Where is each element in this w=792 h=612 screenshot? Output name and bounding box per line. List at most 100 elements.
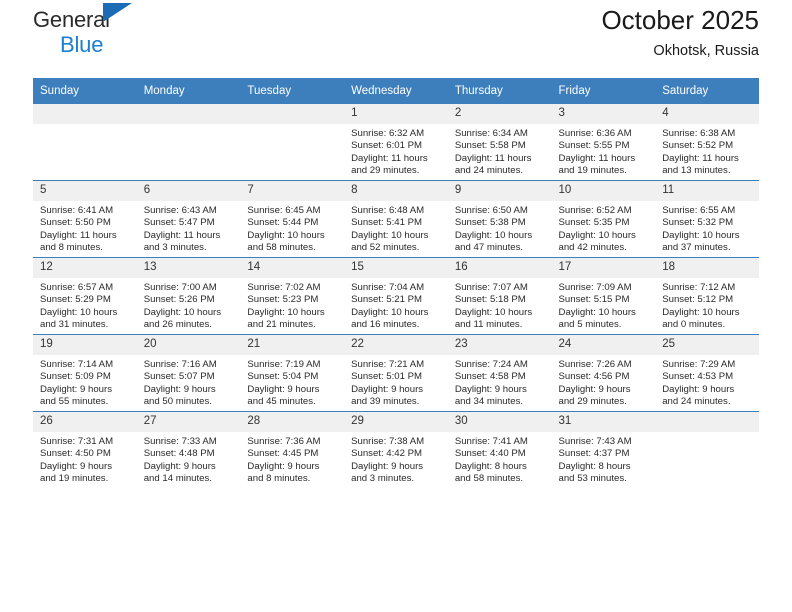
calendar-day-cell[interactable]: 12 Sunrise: 6:57 AM Sunset: 5:29 PM Dayligh…: [33, 257, 137, 335]
calendar-day-cell[interactable]: 24 Sunrise: 7:26 AM Sunset: 4:56 PM Dayligh…: [551, 334, 656, 412]
day-number: 31: [551, 412, 656, 432]
day-details: Sunrise: 7:26 AM Sunset: 4:56 PM Daylight:…: [552, 355, 656, 408]
day-detail-line: Daylight: 8 hours: [558, 460, 631, 472]
day-number: 2: [447, 104, 552, 124]
calendar-day-cell[interactable]: 23 Sunrise: 7:24 AM Sunset: 4:58 PM Dayligh…: [447, 334, 552, 412]
day-detail-line: Daylight: 9 hours: [662, 383, 735, 395]
day-detail-line: and 3 minutes.: [143, 241, 207, 253]
calendar-day-cell[interactable]: 22 Sunrise: 7:21 AM Sunset: 5:01 PM Dayligh…: [344, 334, 448, 412]
day-number: 6: [136, 181, 241, 201]
calendar-day-cell[interactable]: 3 Sunrise: 6:36 AM Sunset: 5:55 PM Daylight…: [551, 104, 656, 181]
day-detail-line: Sunset: 5:07 PM: [143, 371, 215, 383]
day-detail-line: Daylight: 10 hours: [558, 306, 636, 318]
calendar-day-cell[interactable]: 13 Sunrise: 7:00 AM Sunset: 5:26 PM Dayligh…: [136, 257, 241, 335]
calendar-grid: Sunday Monday Tuesday Wednesday Thursday…: [33, 78, 759, 488]
day-details: Sunrise: 7:33 AM Sunset: 4:48 PM Daylight:…: [137, 432, 241, 485]
day-detail-line: and 45 minutes.: [247, 395, 316, 407]
day-detail-line: and 8 minutes.: [40, 241, 103, 253]
day-detail-line: Daylight: 11 hours: [143, 229, 221, 241]
day-number: 3: [551, 104, 656, 124]
day-detail-line: Sunset: 4:45 PM: [247, 448, 319, 460]
day-detail-line: Sunrise: 7:38 AM: [351, 436, 425, 447]
day-number: 27: [136, 412, 241, 432]
day-number: 12: [33, 258, 137, 278]
day-details: [137, 124, 241, 128]
calendar-day-cell[interactable]: 6 Sunrise: 6:43 AM Sunset: 5:47 PM Daylight…: [136, 180, 241, 258]
day-details: Sunrise: 6:34 AM Sunset: 5:58 PM Daylight:…: [448, 124, 552, 177]
day-detail-line: and 14 minutes.: [143, 472, 212, 484]
calendar-day-cell[interactable]: 1 Sunrise: 6:32 AM Sunset: 6:01 PM Daylight…: [344, 104, 448, 181]
calendar-day-cell[interactable]: 14 Sunrise: 7:02 AM Sunset: 5:23 PM Dayligh…: [240, 257, 345, 335]
day-details: Sunrise: 6:48 AM Sunset: 5:41 PM Daylight:…: [344, 201, 448, 254]
day-detail-line: Sunset: 5:29 PM: [40, 294, 111, 306]
calendar-day-cell[interactable]: 21 Sunrise: 7:19 AM Sunset: 5:04 PM Dayligh…: [240, 334, 345, 412]
calendar-day-cell[interactable]: 10 Sunrise: 6:52 AM Sunset: 5:35 PM Dayligh…: [551, 180, 656, 258]
day-details: Sunrise: 6:38 AM Sunset: 5:52 PM Daylight:…: [655, 124, 759, 177]
day-details: Sunrise: 7:09 AM Sunset: 5:15 PM Daylight:…: [552, 278, 656, 331]
day-detail-line: Sunset: 5:01 PM: [351, 371, 423, 383]
day-detail-line: and 0 minutes.: [662, 318, 726, 330]
calendar-day-cell[interactable]: 4 Sunrise: 6:38 AM Sunset: 5:52 PM Daylight…: [655, 104, 759, 181]
day-detail-line: Sunset: 4:50 PM: [40, 448, 111, 460]
day-details: Sunrise: 6:43 AM Sunset: 5:47 PM Daylight:…: [137, 201, 241, 254]
day-detail-line: Daylight: 10 hours: [40, 306, 118, 318]
day-detail-line: Sunset: 4:48 PM: [143, 448, 215, 460]
day-detail-line: Sunrise: 7:41 AM: [454, 436, 528, 447]
generalblue-logo[interactable]: General Blue: [33, 0, 132, 56]
day-detail-line: Sunset: 5:09 PM: [40, 371, 111, 383]
calendar-weekday-header: Sunday Monday Tuesday Wednesday Thursday…: [33, 78, 759, 104]
day-detail-line: Daylight: 10 hours: [454, 229, 533, 241]
calendar-day-cell[interactable]: 11 Sunrise: 6:55 AM Sunset: 5:32 PM Dayligh…: [655, 180, 759, 258]
day-details: Sunrise: 6:55 AM Sunset: 5:32 PM Daylight:…: [655, 201, 759, 254]
day-detail-line: and 55 minutes.: [40, 395, 109, 407]
calendar-body: 1 Sunrise: 6:32 AM Sunset: 6:01 PM Daylight…: [33, 104, 759, 488]
day-detail-line: Daylight: 9 hours: [143, 460, 216, 472]
day-detail-line: Sunrise: 6:32 AM: [351, 128, 425, 139]
calendar-day-cell[interactable]: 30 Sunrise: 7:41 AM Sunset: 4:40 PM Dayligh…: [447, 411, 552, 488]
day-detail-line: Sunrise: 7:16 AM: [143, 359, 217, 370]
calendar-day-cell[interactable]: 28 Sunrise: 7:36 AM Sunset: 4:45 PM Dayligh…: [240, 411, 345, 488]
day-detail-line: Sunset: 5:26 PM: [143, 294, 215, 306]
day-details: [655, 432, 759, 436]
day-detail-line: Sunrise: 6:55 AM: [662, 205, 736, 216]
calendar-day-cell[interactable]: 25 Sunrise: 7:29 AM Sunset: 4:53 PM Dayligh…: [655, 334, 759, 412]
calendar-day-cell[interactable]: 8 Sunrise: 6:48 AM Sunset: 5:41 PM Daylight…: [344, 180, 448, 258]
day-detail-line: and 53 minutes.: [558, 472, 627, 484]
day-details: Sunrise: 7:19 AM Sunset: 5:04 PM Daylight:…: [240, 355, 344, 408]
day-detail-line: and 58 minutes.: [454, 472, 524, 484]
calendar-day-cell[interactable]: 26 Sunrise: 7:31 AM Sunset: 4:50 PM Dayligh…: [33, 411, 137, 488]
day-detail-line: Daylight: 10 hours: [351, 229, 429, 241]
day-number: 11: [655, 181, 759, 201]
calendar-day-cell[interactable]: 2 Sunrise: 6:34 AM Sunset: 5:58 PM Daylight…: [447, 104, 552, 181]
calendar-day-cell[interactable]: 16 Sunrise: 7:07 AM Sunset: 5:18 PM Dayligh…: [447, 257, 552, 335]
day-details: Sunrise: 7:41 AM Sunset: 4:40 PM Daylight:…: [448, 432, 552, 485]
calendar-day-cell[interactable]: 15 Sunrise: 7:04 AM Sunset: 5:21 PM Dayligh…: [344, 257, 448, 335]
day-detail-line: Daylight: 11 hours: [662, 152, 739, 164]
day-details: Sunrise: 7:38 AM Sunset: 4:42 PM Daylight:…: [344, 432, 448, 485]
day-detail-line: and 31 minutes.: [40, 318, 109, 330]
day-number: [136, 104, 241, 124]
calendar-day-cell[interactable]: 27 Sunrise: 7:33 AM Sunset: 4:48 PM Dayligh…: [136, 411, 241, 488]
weekday-header-monday: Monday: [136, 78, 241, 104]
calendar-day-cell[interactable]: 9 Sunrise: 6:50 AM Sunset: 5:38 PM Daylight…: [447, 180, 552, 258]
calendar-day-cell[interactable]: 17 Sunrise: 7:09 AM Sunset: 5:15 PM Dayligh…: [551, 257, 656, 335]
calendar-day-cell[interactable]: 20 Sunrise: 7:16 AM Sunset: 5:07 PM Dayligh…: [136, 334, 241, 412]
calendar-day-cell[interactable]: 29 Sunrise: 7:38 AM Sunset: 4:42 PM Dayligh…: [344, 411, 448, 488]
calendar-day-cell[interactable]: 5 Sunrise: 6:41 AM Sunset: 5:50 PM Daylight…: [33, 180, 137, 258]
calendar-day-cell[interactable]: 31 Sunrise: 7:43 AM Sunset: 4:37 PM Dayligh…: [551, 411, 656, 488]
day-number: 29: [344, 412, 448, 432]
calendar-day-cell[interactable]: 7 Sunrise: 6:45 AM Sunset: 5:44 PM Daylight…: [240, 180, 345, 258]
day-number: 5: [33, 181, 137, 201]
calendar-week-row: 5 Sunrise: 6:41 AM Sunset: 5:50 PM Daylight…: [33, 180, 759, 258]
day-detail-line: Sunrise: 6:36 AM: [558, 128, 632, 139]
day-number: 20: [136, 335, 241, 355]
day-detail-line: Sunset: 4:42 PM: [351, 448, 423, 460]
day-details: Sunrise: 7:43 AM Sunset: 4:37 PM Daylight:…: [552, 432, 656, 485]
day-detail-line: and 39 minutes.: [351, 395, 420, 407]
calendar-day-cell[interactable]: 18 Sunrise: 7:12 AM Sunset: 5:12 PM Dayligh…: [655, 257, 759, 335]
day-detail-line: and 13 minutes.: [662, 164, 731, 176]
day-detail-line: Sunset: 5:12 PM: [662, 294, 734, 306]
calendar-day-cell[interactable]: 19 Sunrise: 7:14 AM Sunset: 5:09 PM Dayligh…: [33, 334, 137, 412]
day-detail-line: Sunrise: 7:36 AM: [247, 436, 321, 447]
day-detail-line: Sunrise: 7:09 AM: [558, 282, 632, 293]
